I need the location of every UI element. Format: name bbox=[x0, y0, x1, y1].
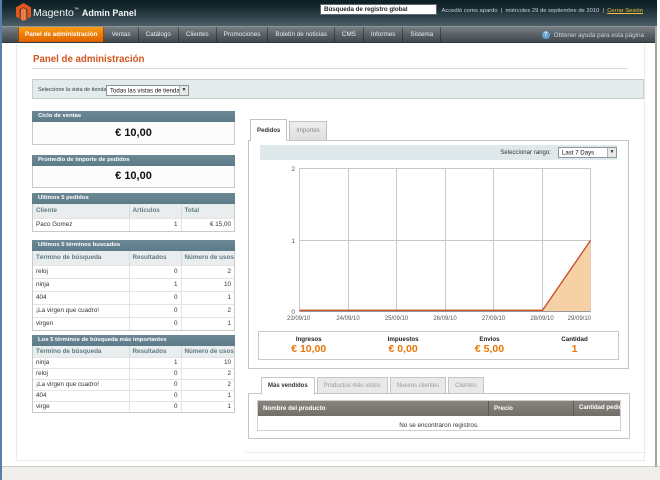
svg-text:28/09/10: 28/09/10 bbox=[530, 316, 554, 322]
svg-text:25/09/10: 25/09/10 bbox=[385, 316, 409, 322]
svg-text:2: 2 bbox=[291, 166, 295, 173]
svg-text:23/09/10: 23/09/10 bbox=[287, 316, 311, 322]
svg-text:29/09/10: 29/09/10 bbox=[568, 316, 592, 322]
svg-text:24/09/10: 24/09/10 bbox=[336, 316, 360, 322]
svg-text:27/09/10: 27/09/10 bbox=[482, 316, 506, 322]
svg-text:1: 1 bbox=[291, 238, 295, 245]
svg-text:26/09/10: 26/09/10 bbox=[433, 316, 457, 322]
svg-text:0: 0 bbox=[291, 309, 295, 316]
